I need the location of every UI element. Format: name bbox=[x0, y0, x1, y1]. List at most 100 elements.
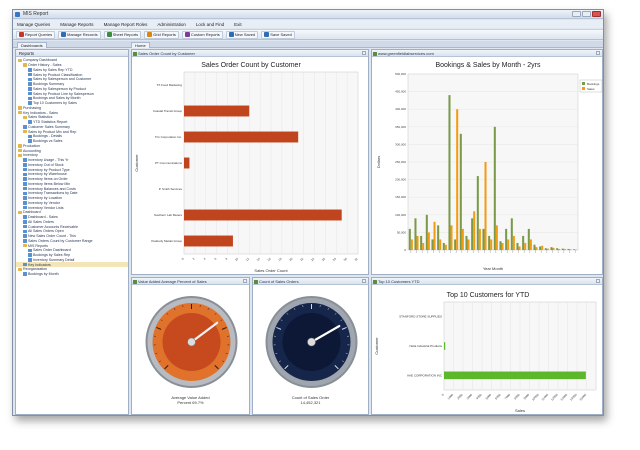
tree-item-label: Sales by Salesperson and Customer bbox=[33, 77, 92, 82]
folder-icon bbox=[18, 110, 22, 115]
bar-bookings bbox=[493, 126, 496, 250]
reports-tree-panel: Reports Company Dashboard Order History -… bbox=[15, 49, 129, 415]
tree-item-label: Inventory Transactions by Date bbox=[28, 191, 78, 196]
reports-tree: Company Dashboard Order History - Sales Sa… bbox=[16, 57, 128, 278]
tab-home[interactable]: Home bbox=[131, 42, 150, 48]
bar-sales bbox=[495, 225, 498, 250]
x-tick-label: 6000 bbox=[494, 393, 502, 401]
save-saved-icon bbox=[264, 32, 270, 37]
tab-dashboards[interactable]: Dashboards bbox=[17, 42, 47, 48]
y-tick-label: Coastal Transit Group bbox=[153, 109, 183, 113]
tree-item-label: Inventory Balances and Costs bbox=[28, 186, 76, 191]
x-tick-label: 4000 bbox=[475, 393, 483, 401]
save-saved-button[interactable]: Save Saved bbox=[261, 30, 295, 39]
report-icon bbox=[23, 172, 27, 177]
y-tick-label: TX Food Marketing bbox=[156, 83, 182, 87]
y-axis-label: Customer bbox=[374, 337, 379, 355]
y-tick-label: 500,000 bbox=[395, 72, 406, 76]
bar-bookings bbox=[482, 228, 485, 250]
tree-item-label: Dashboard bbox=[23, 210, 41, 215]
menu-item-manage-reports[interactable]: Manage Reports bbox=[60, 22, 93, 27]
bar-sales bbox=[501, 242, 504, 250]
legend-swatch bbox=[582, 82, 585, 85]
panel-sales-order-count: Sales Order Count by Customer Sales Orde… bbox=[131, 49, 369, 275]
tree-item-label: Inventory Vendor Lists bbox=[28, 205, 64, 210]
tree-item-label: Inventory Summary Detail bbox=[33, 257, 75, 262]
y-tick-label: 150,000 bbox=[395, 195, 406, 199]
tree-item-label: Production bbox=[23, 143, 41, 148]
legend-label: Bookings bbox=[587, 82, 600, 86]
toolbar-button-label: Sheet Reports bbox=[112, 32, 139, 37]
menu-item-manage-report-roles[interactable]: Manage Report Roles bbox=[104, 22, 148, 27]
bar-sales bbox=[456, 109, 459, 250]
bar-bookings bbox=[499, 241, 502, 250]
y-tick-label: AAE CORPORATION INC bbox=[407, 373, 443, 377]
tree-item-label: Key Indicators bbox=[28, 262, 51, 267]
toolbar-button-label: Manage Records bbox=[67, 32, 98, 37]
toolbar-button-label: Grid Reports bbox=[153, 32, 176, 37]
panel-sales-orders-gauge: Count of Sales Orders Count of Sales Ord… bbox=[252, 277, 369, 415]
report-icon bbox=[28, 91, 32, 96]
tree-item-label: Purchasing bbox=[23, 105, 41, 110]
bar-sales bbox=[524, 242, 527, 250]
x-tick-label: 7000 bbox=[504, 393, 512, 401]
x-tick-label: 6 bbox=[213, 257, 217, 261]
report-icon bbox=[28, 248, 32, 253]
report-icon bbox=[23, 167, 27, 172]
tree-item-label: MIS Reports bbox=[28, 243, 48, 248]
bar-sales bbox=[439, 239, 442, 250]
bar-sales bbox=[569, 249, 572, 250]
menu-item-lock-and-find[interactable]: Lock and Find bbox=[196, 22, 224, 27]
grid-reports-button[interactable]: Grid Reports bbox=[144, 30, 179, 39]
tree-item-label: All Sales Orders bbox=[28, 219, 54, 224]
bar-sales bbox=[558, 248, 561, 250]
report-icon bbox=[23, 229, 27, 234]
report-icon bbox=[23, 196, 27, 200]
bar-sales bbox=[529, 239, 532, 250]
folder-icon bbox=[18, 58, 22, 63]
report-icon bbox=[23, 182, 27, 186]
new-saved-button[interactable]: New Saved bbox=[225, 30, 259, 39]
maximize-button[interactable] bbox=[582, 11, 591, 17]
sheet-reports-button[interactable]: Sheet Reports bbox=[103, 30, 142, 39]
report-icon bbox=[23, 158, 27, 162]
report-icon bbox=[28, 72, 32, 77]
new-saved-icon bbox=[228, 32, 234, 37]
bar-bookings bbox=[561, 248, 564, 250]
bar-sales bbox=[490, 239, 493, 250]
tree-item-label: Bookings Summary bbox=[33, 82, 65, 87]
folder-icon bbox=[18, 106, 22, 110]
y-tick-label: 350,000 bbox=[395, 125, 406, 129]
bar-bookings bbox=[442, 242, 445, 250]
bar-bookings bbox=[448, 95, 451, 250]
x-tick-label: 4 bbox=[202, 257, 206, 261]
bar-bookings bbox=[431, 239, 434, 250]
menu-item-exit[interactable]: Exit bbox=[234, 22, 242, 27]
menu-item-manage-queries[interactable]: Manage Queries bbox=[17, 22, 50, 27]
custom-reports-button[interactable]: Custom Reports bbox=[181, 30, 223, 39]
tree-item-label: All Sales Orders Open bbox=[28, 229, 64, 234]
tree-item-bookings-by-month[interactable]: Bookings by Month bbox=[16, 272, 128, 277]
report-queries-button[interactable]: Report Queries bbox=[16, 30, 56, 39]
minimize-button[interactable] bbox=[572, 11, 581, 17]
bar-bookings bbox=[533, 244, 536, 250]
x-tick-label: 1000 bbox=[447, 393, 455, 401]
manage-records-button[interactable]: Manage Records bbox=[58, 30, 101, 39]
bar-bookings bbox=[505, 228, 508, 250]
y-tick-label: 50,000 bbox=[397, 230, 407, 234]
report-icon bbox=[23, 186, 27, 191]
tree-item-label: Top 10 Customers by Sales bbox=[33, 101, 77, 106]
bar-southern-lab-meters bbox=[184, 209, 342, 221]
bar-bookings bbox=[420, 235, 423, 250]
tree-item-label: Sales Orders Count by Customer Range bbox=[28, 238, 93, 243]
menu-item-administration[interactable]: Administration bbox=[157, 22, 186, 27]
tree-item-label: Sales by Sales Rep YTD bbox=[33, 67, 73, 72]
tree-item-label: Reorganization bbox=[23, 267, 48, 272]
bar-aae-corporation-inc bbox=[444, 371, 586, 380]
bar-sales bbox=[546, 248, 549, 250]
bar-bookings bbox=[454, 239, 457, 250]
tree-item-label: Company Dashboard bbox=[23, 58, 57, 63]
report-icon bbox=[28, 253, 32, 257]
tree-item-label: Inventory Items on Order bbox=[28, 177, 68, 182]
close-button[interactable] bbox=[592, 11, 601, 17]
